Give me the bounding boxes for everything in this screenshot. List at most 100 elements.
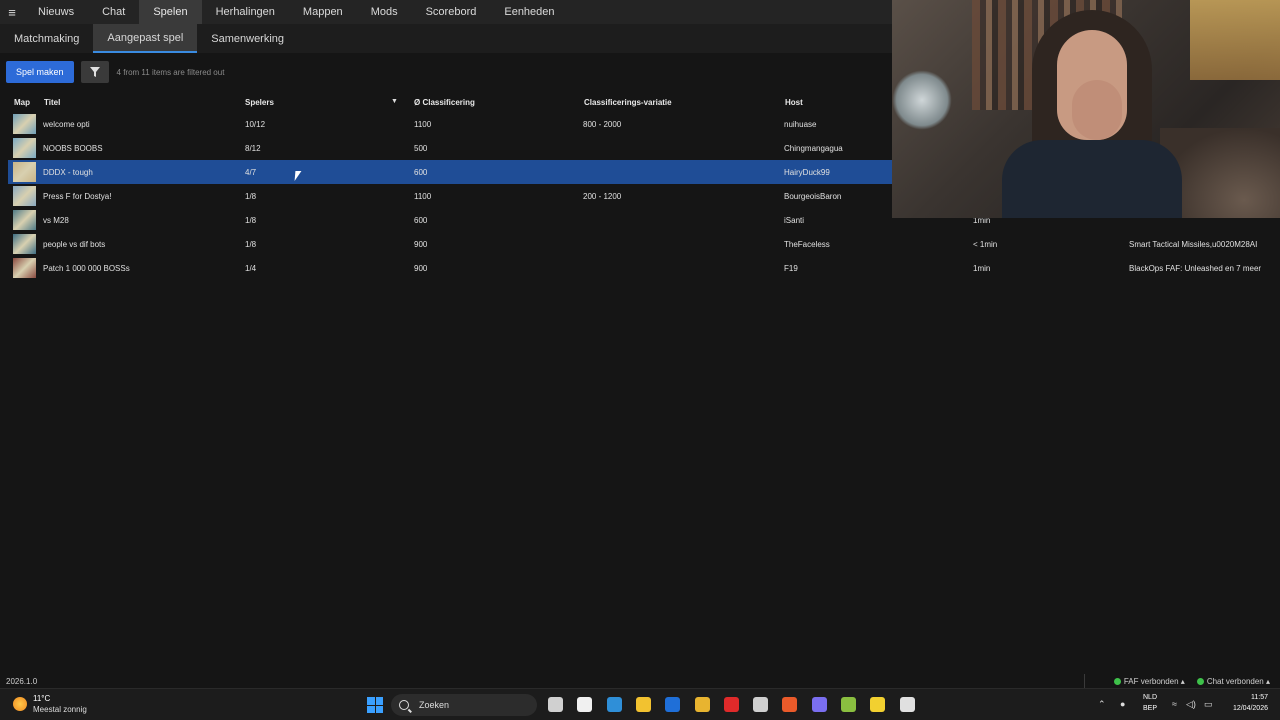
filter-button[interactable]	[80, 61, 109, 83]
table-row[interactable]: DDDX - tough 4/7 600 HairyDuck99	[8, 160, 892, 184]
game-icon[interactable]	[841, 697, 856, 712]
map-thumbnail	[13, 138, 36, 158]
game-players: 4/7	[245, 168, 257, 177]
game-players: 10/12	[245, 120, 266, 129]
person-body	[1002, 140, 1182, 218]
column-header-title[interactable]: Titel	[44, 98, 60, 107]
game-rating: 1100	[414, 120, 432, 129]
game-title: people vs dif bots	[43, 240, 106, 249]
taskbar-search[interactable]: Zoeken	[391, 694, 537, 716]
chat-status-dot-icon	[1196, 678, 1204, 685]
map-thumbnail	[13, 234, 36, 254]
store-icon[interactable]	[577, 697, 593, 712]
game-rating: 900	[414, 240, 428, 249]
game-title: DDDX - tough	[43, 168, 93, 177]
column-header-host[interactable]: Host	[785, 98, 803, 107]
filter-icon	[89, 67, 100, 77]
status-divider	[1084, 674, 1085, 688]
edge-icon[interactable]	[606, 697, 622, 712]
game-host: nuihuase	[784, 120, 817, 129]
microphone-icon[interactable]: ●	[1120, 699, 1125, 709]
game-title: Patch 1 000 000 BOSSs	[43, 264, 130, 273]
faf-status-label: FAF verbonden	[1123, 677, 1179, 686]
lamp	[892, 70, 952, 130]
chrome-icon[interactable]	[694, 697, 710, 712]
keyboard-layout[interactable]: BEP	[1143, 705, 1157, 712]
column-header-map[interactable]: Map	[14, 98, 30, 107]
game-players: 1/8	[245, 192, 257, 201]
webcam-overlay	[892, 0, 1280, 218]
sub-nav: Matchmaking Aangepast spel Samenwerking	[0, 24, 892, 53]
game-mods: Smart Tactical Missiles,u0020M28AI	[1129, 240, 1258, 249]
faf-status-dot-icon	[1113, 678, 1121, 685]
game-mods: BlackOps FAF: Unleashed en 7 meer	[1129, 264, 1262, 273]
subtab-matchmaking[interactable]: Matchmaking	[0, 24, 93, 53]
task-view-icon[interactable]	[548, 697, 563, 712]
volume-icon[interactable]: ◁)	[1186, 699, 1196, 710]
faf-status[interactable]: FAF verbonden ▴	[1113, 677, 1185, 686]
battery-icon[interactable]: ▭	[1204, 699, 1213, 710]
table-row[interactable]: Patch 1 000 000 BOSSs 1/4 900 F19 1min BlackO…	[8, 256, 1280, 280]
tab-chat[interactable]: Chat	[88, 0, 139, 24]
game-rating-range: 800 - 2000	[583, 120, 622, 129]
subtab-samenwerking[interactable]: Samenwerking	[197, 24, 298, 53]
game-title: NOOBS BOOBS	[43, 144, 103, 153]
person-hand	[1072, 80, 1122, 140]
game-host: Chingmangagua	[784, 144, 843, 153]
sort-descending-icon[interactable]: ▼	[391, 98, 398, 105]
game-players: 1/8	[245, 216, 257, 225]
start-windows-icon[interactable]	[367, 697, 383, 713]
weather-description[interactable]: Meestal zonnig	[33, 705, 87, 714]
tab-herhalingen[interactable]: Herhalingen	[202, 0, 289, 24]
subtab-aangepast-spel[interactable]: Aangepast spel	[93, 24, 198, 53]
tab-mods[interactable]: Mods	[357, 0, 412, 24]
faf-icon[interactable]	[899, 697, 915, 712]
map-thumbnail	[13, 162, 36, 182]
search-icon	[399, 700, 409, 710]
column-header-players[interactable]: Spelers	[245, 98, 274, 107]
map-thumbnail	[13, 210, 36, 230]
norton-icon[interactable]	[870, 697, 886, 712]
game-host: HairyDuck99	[784, 168, 830, 177]
top-nav: ≡ Nieuws Chat Spelen Herhalingen Mappen …	[0, 0, 892, 24]
game-rating: 500	[414, 144, 428, 153]
file-explorer-icon[interactable]	[635, 697, 651, 712]
column-header-rating-range[interactable]: Classificerings-variatie	[584, 98, 672, 107]
weather-sun-icon[interactable]	[13, 697, 27, 711]
calculator-icon[interactable]	[753, 697, 769, 712]
filter-status-text: 4 from 11 items are filtered out	[116, 67, 225, 77]
game-title: Press F for Dostya!	[43, 192, 112, 201]
window-light	[1190, 0, 1280, 80]
language-indicator[interactable]: NLD	[1143, 694, 1157, 701]
game-rating: 1100	[414, 192, 432, 201]
tab-scorebord[interactable]: Scorebord	[412, 0, 491, 24]
chat-status-label: Chat verbonden	[1206, 677, 1264, 686]
clock-date[interactable]: 12/04/2026	[1226, 705, 1268, 712]
outlook-icon[interactable]	[665, 697, 681, 712]
create-game-button[interactable]: Spel maken	[6, 61, 74, 83]
tab-nieuws[interactable]: Nieuws	[24, 0, 88, 24]
column-header-rating[interactable]: Ø Classificering	[414, 98, 475, 107]
game-players: 8/12	[245, 144, 261, 153]
weather-temperature[interactable]: 11°C	[33, 694, 50, 703]
table-row[interactable]: people vs dif bots 1/8 900 TheFaceless < 1mi…	[8, 232, 1280, 256]
hamburger-menu-icon[interactable]: ≡	[0, 0, 24, 24]
tab-eenheden[interactable]: Eenheden	[490, 0, 568, 24]
tray-overflow-chevron-icon[interactable]: ⌃	[1098, 699, 1106, 710]
mouse-cursor-icon	[294, 171, 302, 181]
game-title: vs M28	[43, 216, 69, 225]
map-thumbnail	[13, 258, 36, 278]
clock-time[interactable]: 11:57	[1226, 694, 1268, 701]
game-rating: 900	[414, 264, 428, 273]
youtube-icon[interactable]	[723, 697, 739, 712]
brave-icon[interactable]	[782, 697, 798, 712]
chat-status[interactable]: Chat verbonden ▴	[1196, 677, 1270, 686]
wifi-icon[interactable]: ≈	[1172, 699, 1177, 709]
tab-mappen[interactable]: Mappen	[289, 0, 357, 24]
game-players: 1/8	[245, 240, 257, 249]
discord-icon[interactable]	[811, 697, 827, 712]
game-time: 1min	[973, 264, 991, 273]
game-host: TheFaceless	[784, 240, 830, 249]
tab-spelen[interactable]: Spelen	[139, 0, 202, 24]
game-host: F19	[784, 264, 798, 273]
